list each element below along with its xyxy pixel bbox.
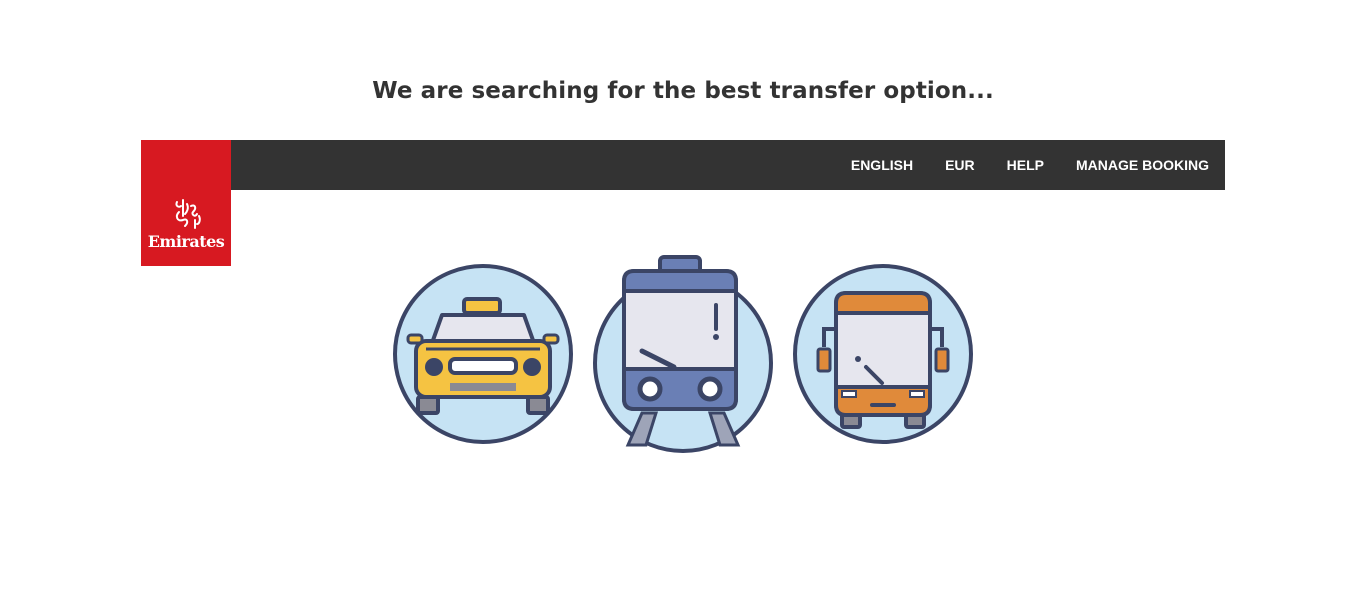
logo-text: Emirates xyxy=(147,232,225,251)
transport-icons xyxy=(392,255,974,455)
emirates-calligraphy-icon xyxy=(175,199,201,229)
nav-currency[interactable]: EUR xyxy=(945,157,975,173)
tram-icon xyxy=(593,255,773,453)
nav-help[interactable]: HELP xyxy=(1007,157,1044,173)
nav-manage-booking[interactable]: MANAGE BOOKING xyxy=(1076,157,1209,173)
taxi-icon xyxy=(393,264,573,444)
nav-language[interactable]: ENGLISH xyxy=(851,157,913,173)
loading-title: We are searching for the best transfer o… xyxy=(372,78,994,104)
emirates-logo[interactable]: Emirates xyxy=(141,140,231,266)
top-nav: ENGLISH EUR HELP MANAGE BOOKING xyxy=(851,140,1225,190)
bus-icon xyxy=(793,264,973,444)
